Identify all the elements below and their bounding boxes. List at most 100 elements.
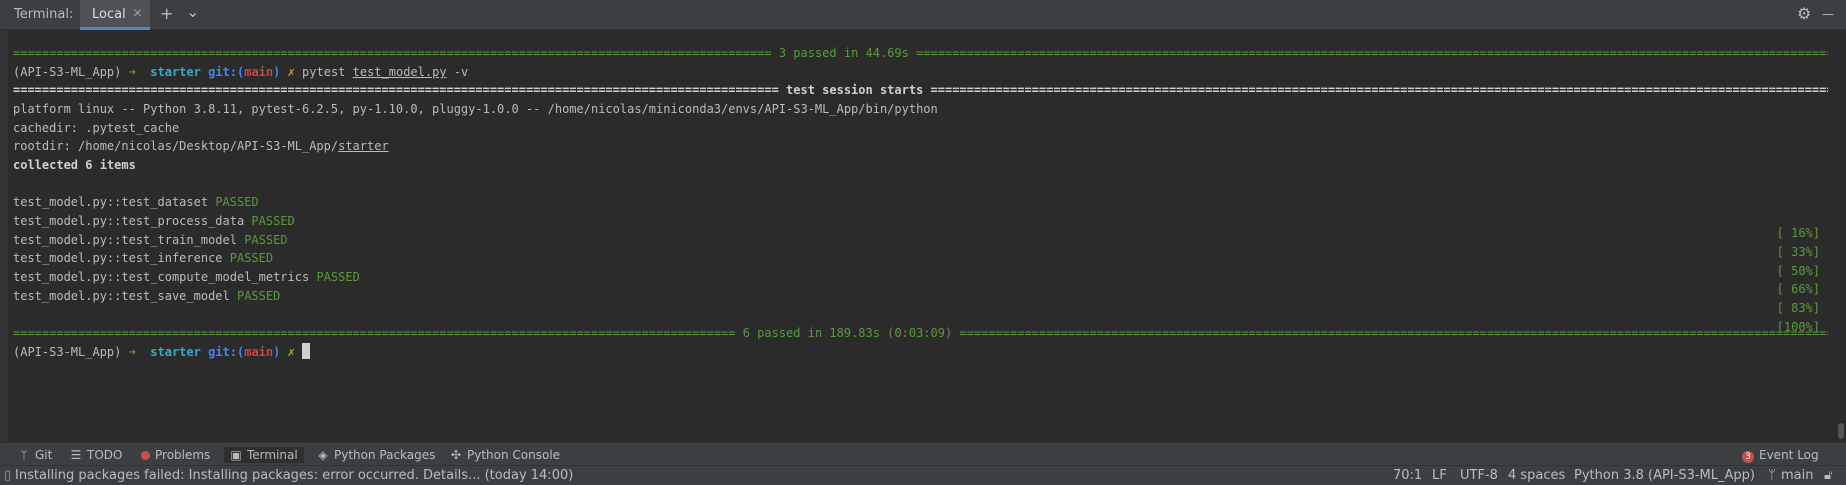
tab-local-label: Local (92, 7, 126, 22)
test-name: test_model.py::test_compute_model_metric… (13, 270, 310, 284)
tool-python-packages-label: Python Packages (334, 448, 436, 462)
test-name: test_model.py::test_dataset (13, 195, 209, 209)
separator-right: ========================================… (916, 46, 1828, 60)
git-label: git:( (208, 65, 245, 79)
test-progress: [ 83%] (1776, 301, 1820, 315)
test-name: test_model.py::test_inference (13, 251, 223, 265)
cachedir-line: cachedir: .pytest_cache (13, 121, 180, 135)
tool-terminal[interactable]: ▣ Terminal (224, 447, 304, 463)
close-tab-icon[interactable]: × (132, 6, 143, 21)
command: pytest (302, 65, 353, 79)
indent-setting[interactable]: 4 spaces (1508, 468, 1565, 484)
test-name: test_model.py::test_process_data (13, 214, 245, 228)
passed-summary: 6 passed in 189.83s (0:03:09) (735, 326, 960, 340)
file-encoding[interactable]: UTF-8 (1460, 468, 1498, 484)
test-result-row: test_model.py::test_compute_model_metric… (13, 267, 360, 287)
command-flag: -v (446, 65, 469, 79)
test-progress: [ 50%] (1776, 264, 1820, 278)
platform-line: platform linux -- Python 3.8.11, pytest-… (13, 102, 938, 116)
session-starts-label: test session starts (778, 83, 931, 97)
chevron-down-icon[interactable]: ⌄ (186, 2, 199, 21)
test-result-row: test_model.py::test_dataset PASSED (13, 192, 259, 212)
python-interpreter[interactable]: Python 3.8 (API-S3-ML_App) (1574, 468, 1755, 484)
list-icon: ☰ (70, 448, 82, 462)
current-dir: starter (143, 65, 209, 79)
rootdir-line: rootdir: /home/nicolas/Desktop/API-S3-ML… (13, 136, 389, 156)
test-name: test_model.py::test_save_model (13, 289, 230, 303)
conda-env: (API-S3-ML_App) (13, 65, 122, 79)
gear-icon[interactable]: ⚙ (1797, 4, 1811, 23)
tool-python-console[interactable]: ✣ Python Console (450, 447, 560, 463)
test-progress: [ 33%] (1776, 245, 1820, 259)
test-status: PASSED (229, 251, 274, 265)
test-status: PASSED (236, 289, 281, 303)
git-branch: main (244, 345, 274, 359)
command-file-link[interactable]: test_model.py (353, 65, 447, 79)
separator-right: ========================================… (930, 83, 1828, 97)
caret-position[interactable]: 70:1 (1393, 468, 1422, 484)
test-result-row: test_model.py::test_save_model PASSED (13, 286, 280, 306)
line-separator[interactable]: LF (1432, 468, 1447, 484)
session-separator: ========================================… (13, 80, 1828, 100)
summary-separator-top: ========================================… (13, 43, 1828, 63)
test-status: PASSED (244, 233, 288, 247)
left-side-strip (0, 31, 8, 441)
lock-icon[interactable]: 🔓︎ (1824, 468, 1832, 484)
tab-local[interactable]: Local × (80, 0, 150, 30)
vertical-scrollbar[interactable] (1836, 31, 1846, 441)
prompt-arrow-icon: ➜ (121, 345, 144, 359)
separator-right: ========================================… (959, 326, 1828, 340)
test-result-row: test_model.py::test_process_data PASSED (13, 211, 295, 231)
current-dir: starter (143, 345, 209, 359)
terminal-output[interactable]: ========================================… (0, 31, 1846, 441)
summary-separator-bottom: ========================================… (13, 323, 1828, 343)
test-status: PASSED (316, 270, 360, 284)
passed-summary: 3 passed in 44.69s (771, 46, 917, 60)
git-label: git:( (208, 345, 245, 359)
dirty-mark-icon: ✗ (280, 65, 303, 79)
git-branch-widget[interactable]: main (1781, 468, 1813, 484)
error-icon (141, 451, 150, 460)
test-status: PASSED (251, 214, 295, 228)
tool-python-packages[interactable]: ◈ Python Packages (317, 447, 435, 463)
terminal-title: Terminal: (14, 7, 74, 22)
rootdir-prefix: rootdir: /home/nicolas/Desktop/API-S3-ML… (13, 139, 339, 153)
prompt-arrow-icon: ➜ (121, 65, 144, 79)
conda-env: (API-S3-ML_App) (13, 345, 122, 359)
separator-left: ========================================… (13, 326, 736, 340)
dirty-mark-icon: ✗ (280, 345, 303, 359)
collected-line: collected 6 items (13, 158, 136, 172)
tool-event-log[interactable]: 3 Event Log (1742, 447, 1819, 463)
tool-todo-label: TODO (87, 448, 123, 462)
terminal-icon: ▣ (230, 448, 242, 462)
test-status: PASSED (215, 195, 259, 209)
tool-terminal-label: Terminal (247, 448, 298, 462)
scrollbar-thumb[interactable] (1838, 423, 1844, 439)
rootdir-link[interactable]: starter (338, 139, 389, 153)
layers-icon: ◈ (318, 448, 328, 462)
tool-problems-label: Problems (155, 448, 211, 462)
test-result-row: test_model.py::test_inference PASSED (13, 248, 273, 268)
status-bar: ▯ Installing packages failed: Installing… (0, 465, 1846, 485)
python-icon: ✣ (450, 448, 462, 462)
tool-event-log-label: Event Log (1759, 448, 1819, 462)
minimize-icon[interactable]: — (1822, 7, 1834, 21)
test-progress: [ 16%] (1776, 226, 1820, 240)
status-strip-icon: ▯ (4, 468, 12, 483)
separator-left: ========================================… (13, 46, 772, 60)
test-progress: [ 66%] (1776, 282, 1820, 296)
tool-python-console-label: Python Console (467, 448, 561, 462)
tool-window-bar: ᛘ Git ☰ TODO Problems ▣ Terminal ◈ Python Pa… (0, 442, 1846, 465)
test-name: test_model.py::test_train_model (13, 233, 237, 247)
tool-problems[interactable]: Problems (141, 447, 210, 463)
add-tab-icon[interactable]: + (160, 4, 173, 23)
git-branch-icon: ᛘ (20, 448, 28, 462)
event-log-count-badge: 3 (1742, 451, 1754, 463)
status-message[interactable]: Installing packages failed: Installing p… (15, 468, 573, 484)
tool-todo[interactable]: ☰ TODO (70, 447, 123, 463)
tool-git[interactable]: ᛘ Git (18, 447, 52, 463)
terminal-tab-bar: Terminal: Local × + ⌄ ⚙ — (0, 0, 1846, 30)
prompt-line-2[interactable]: (API-S3-ML_App) ➜ starter git:(main) ✗ (13, 342, 311, 362)
tool-git-label: Git (35, 448, 53, 462)
git-branch-icon: ᛘ (1768, 468, 1776, 483)
